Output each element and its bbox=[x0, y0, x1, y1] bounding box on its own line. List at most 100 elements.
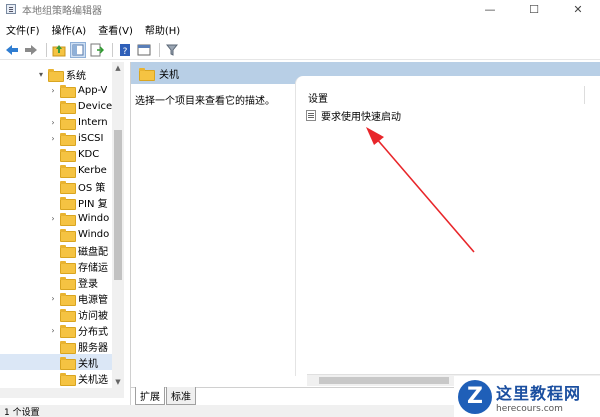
tree-item[interactable]: › 分布式 bbox=[0, 322, 112, 338]
tree-item-label: Intern bbox=[78, 116, 108, 128]
folder-icon bbox=[60, 196, 76, 210]
tree-item-label: App-V bbox=[78, 84, 108, 96]
export-list-icon[interactable] bbox=[89, 42, 105, 58]
chevron-right-icon[interactable]: › bbox=[48, 293, 58, 303]
window-controls: — ☐ ✕ bbox=[468, 0, 600, 18]
tree-item[interactable]: Device bbox=[0, 98, 112, 114]
tree-item-system[interactable]: ▾ 系统 bbox=[0, 66, 112, 82]
show-hide-tree-icon[interactable] bbox=[70, 41, 86, 58]
toolbar-separator bbox=[46, 42, 47, 57]
column-divider[interactable] bbox=[584, 86, 585, 104]
folder-icon bbox=[60, 260, 76, 274]
tree-item-label: 存储运 bbox=[78, 262, 108, 274]
close-button[interactable]: ✕ bbox=[556, 0, 600, 18]
tab-extended[interactable]: 扩展 bbox=[135, 387, 165, 405]
menu-help[interactable]: 帮助(H) bbox=[145, 22, 180, 37]
menu-action[interactable]: 操作(A) bbox=[52, 22, 87, 37]
menu-view[interactable]: 查看(V) bbox=[98, 22, 133, 37]
toolbar-separator bbox=[112, 42, 113, 57]
scroll-thumb[interactable] bbox=[114, 130, 122, 280]
column-header-setting[interactable]: 设置 bbox=[308, 90, 328, 105]
folder-icon bbox=[60, 84, 76, 98]
setting-row[interactable]: 要求使用快速启动 bbox=[306, 108, 401, 123]
folder-icon bbox=[60, 116, 76, 130]
folder-icon bbox=[60, 340, 76, 354]
tree-item-label: 登录 bbox=[78, 278, 98, 290]
tree-item-label: 电源管 bbox=[78, 294, 108, 306]
tree-item[interactable]: Kerbe bbox=[0, 162, 112, 178]
tab-standard[interactable]: 标准 bbox=[166, 387, 196, 405]
status-text: 1 个设置 bbox=[4, 407, 40, 417]
folder-icon bbox=[60, 324, 76, 338]
scroll-up-icon[interactable]: ▲ bbox=[112, 62, 124, 74]
tree-item-label: Kerbe bbox=[78, 164, 107, 176]
folder-icon bbox=[60, 132, 76, 146]
watermark: Z 这里教程网 herecours.com bbox=[454, 376, 600, 417]
tree-item-label: Device bbox=[77, 100, 112, 112]
setting-label: 要求使用快速启动 bbox=[321, 112, 401, 123]
tree-item[interactable]: PIN 复 bbox=[0, 194, 112, 210]
forward-arrow-icon[interactable] bbox=[23, 42, 39, 58]
folder-icon bbox=[60, 244, 76, 258]
up-folder-icon[interactable] bbox=[51, 42, 67, 58]
settings-list: 设置 要求使用快速启动 bbox=[295, 76, 600, 376]
tree-item-label: 访问被 bbox=[78, 310, 108, 322]
tree-item[interactable]: Windo bbox=[0, 226, 112, 242]
details-panel: 关机 选择一个项目来查看它的描述。 设置 要求使用快速启动 扩展 标准 bbox=[130, 62, 600, 407]
maximize-button[interactable]: ☐ bbox=[512, 0, 556, 18]
tree-vertical-scrollbar[interactable]: ▲ ▼ bbox=[112, 62, 124, 388]
folder-icon bbox=[60, 292, 76, 306]
filter-icon[interactable] bbox=[164, 42, 180, 58]
panel-header-title: 关机 bbox=[159, 69, 179, 81]
folder-icon bbox=[48, 68, 64, 82]
back-arrow-icon[interactable] bbox=[4, 42, 20, 58]
tree-item[interactable]: 服务器 bbox=[0, 338, 112, 354]
folder-icon bbox=[60, 276, 76, 290]
folder-icon bbox=[60, 148, 76, 162]
folder-icon bbox=[60, 180, 76, 194]
chevron-right-icon[interactable]: › bbox=[48, 213, 58, 223]
window-title: 本地组策略编辑器 bbox=[22, 5, 102, 17]
scroll-down-icon[interactable]: ▼ bbox=[112, 376, 124, 388]
chevron-down-icon[interactable]: ▾ bbox=[36, 69, 46, 79]
menu-file[interactable]: 文件(F) bbox=[6, 22, 40, 37]
tree-item[interactable]: 关机选 bbox=[0, 370, 112, 386]
tree-item[interactable]: OS 策 bbox=[0, 178, 112, 194]
menu-bar: 文件(F) 操作(A) 查看(V) 帮助(H) bbox=[0, 20, 600, 38]
watermark-logo-icon: Z bbox=[458, 379, 492, 414]
tree-item[interactable]: 访问被 bbox=[0, 306, 112, 322]
tree-item[interactable]: KDC bbox=[0, 146, 112, 162]
folder-icon bbox=[60, 212, 76, 226]
tree-item[interactable]: › 电源管 bbox=[0, 290, 112, 306]
watermark-title: 这里教程网 bbox=[496, 383, 582, 403]
svg-text:?: ? bbox=[123, 47, 128, 57]
help-icon[interactable]: ? bbox=[117, 42, 133, 58]
tree-item[interactable]: 登录 bbox=[0, 274, 112, 290]
folder-icon bbox=[139, 67, 155, 81]
tree-item[interactable]: 磁盘配 bbox=[0, 242, 112, 258]
properties-icon[interactable] bbox=[136, 42, 152, 58]
folder-icon bbox=[60, 372, 76, 386]
folder-icon bbox=[60, 164, 76, 178]
tree-item[interactable]: › Intern bbox=[0, 114, 112, 130]
tree-item-selected[interactable]: 关机 bbox=[0, 354, 112, 370]
policy-setting-icon bbox=[306, 110, 316, 121]
tree-item[interactable]: › App-V bbox=[0, 82, 112, 98]
scroll-thumb[interactable] bbox=[319, 377, 449, 384]
tree-item-label: 关机 bbox=[78, 358, 98, 370]
tree-item[interactable]: 存储运 bbox=[0, 258, 112, 274]
tree-item[interactable]: › Windo bbox=[0, 210, 112, 226]
folder-icon bbox=[59, 100, 76, 114]
description-text: 选择一个项目来查看它的描述。 bbox=[135, 96, 275, 107]
tree-horizontal-scrollbar[interactable] bbox=[0, 388, 124, 398]
chevron-right-icon[interactable]: › bbox=[48, 117, 58, 127]
folder-icon bbox=[60, 228, 76, 242]
tree-item[interactable]: › iSCSI bbox=[0, 130, 112, 146]
chevron-right-icon[interactable]: › bbox=[48, 325, 58, 335]
toolbar-separator bbox=[159, 42, 160, 57]
toolbar: ? bbox=[0, 40, 600, 60]
tree-item-label: Windo bbox=[78, 212, 110, 224]
chevron-right-icon[interactable]: › bbox=[48, 85, 58, 95]
chevron-right-icon[interactable]: › bbox=[48, 133, 58, 143]
minimize-button[interactable]: — bbox=[468, 0, 512, 18]
